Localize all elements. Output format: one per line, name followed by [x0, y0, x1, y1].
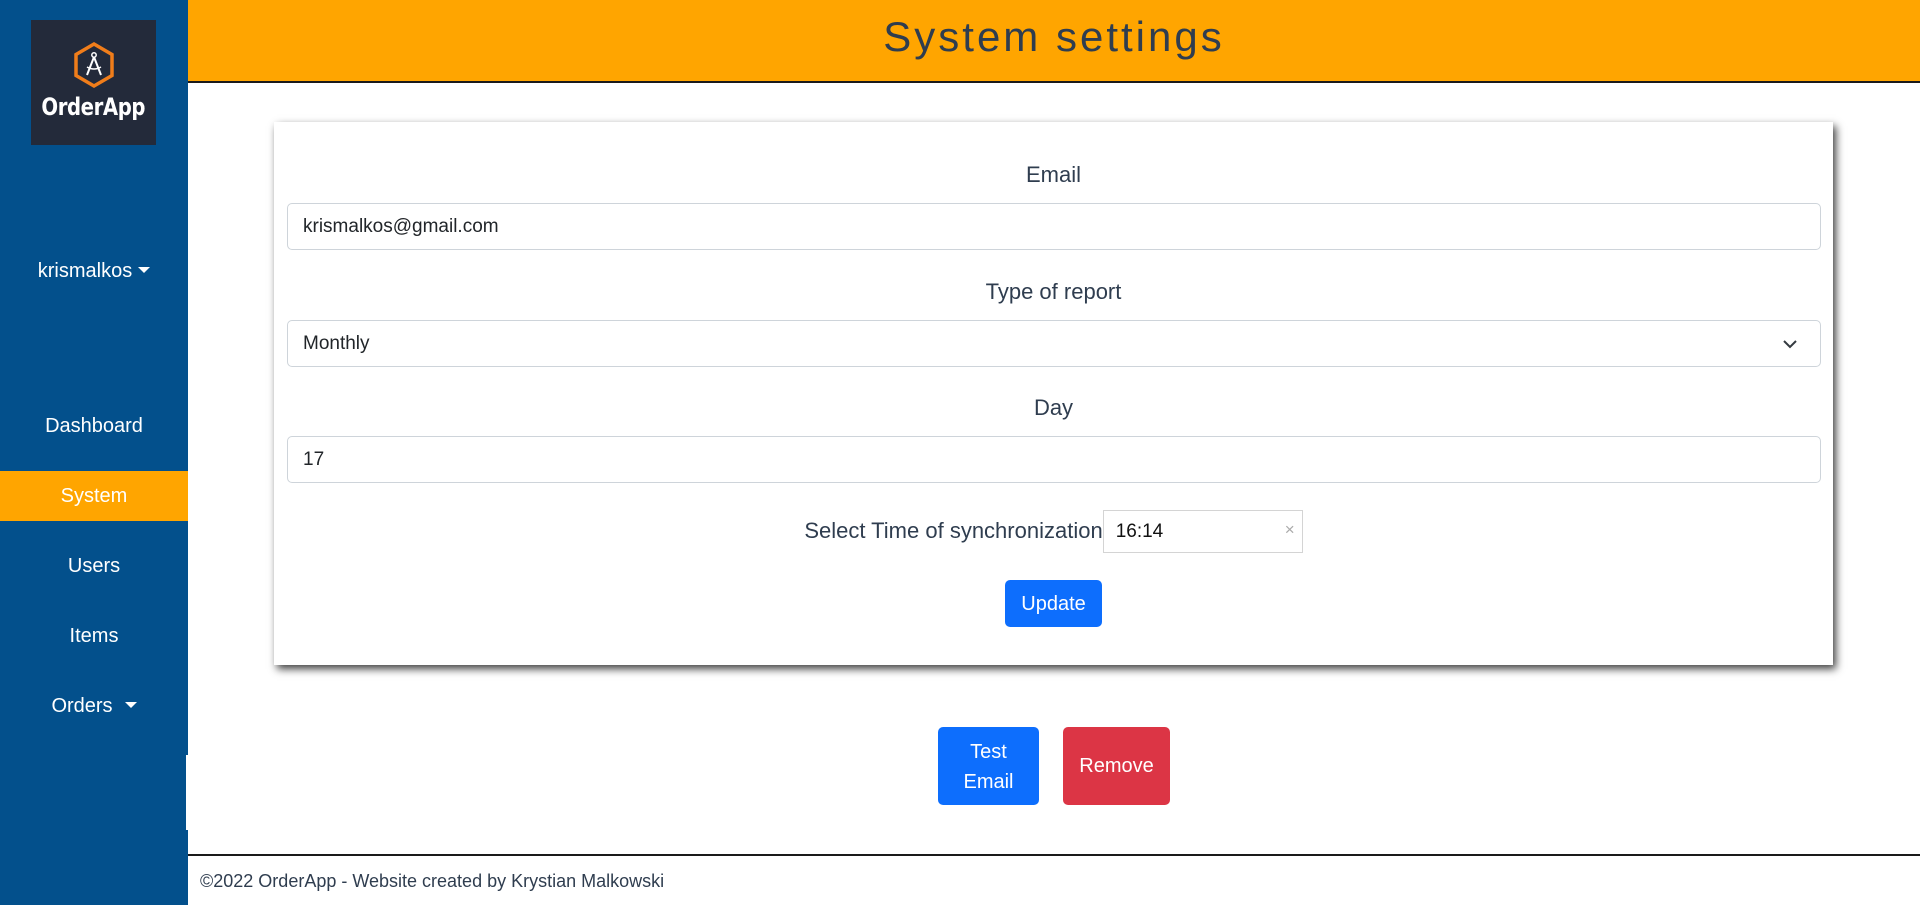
sidebar-item-label: Users [67, 555, 121, 577]
day-label: Day [1033, 395, 1074, 420]
clear-icon[interactable]: × [1285, 520, 1295, 540]
test-email-label-line2: Email [963, 771, 1014, 793]
caret-down-icon [138, 267, 151, 274]
day-field[interactable] [287, 436, 1821, 483]
page-title: System settings [883, 12, 1225, 60]
sync-time-picker[interactable]: 16:14 × [1102, 510, 1303, 553]
report-type-label: Type of report [985, 279, 1122, 304]
test-email-label-line1: Test [970, 741, 1007, 763]
remove-button[interactable]: Remove [1063, 727, 1170, 805]
sidebar-item-items[interactable]: Items [0, 611, 188, 661]
email-field[interactable] [287, 203, 1821, 250]
footer-text: ©2022 OrderApp - Website created by Krys… [200, 871, 665, 891]
test-email-button[interactable]: Test Email [938, 727, 1039, 805]
sync-time-label: Select Time of synchronization [804, 517, 1103, 543]
app-logo[interactable]: OrderApp [31, 20, 156, 145]
email-label: Email [1025, 162, 1081, 187]
app-name: OrderApp [41, 92, 146, 121]
sidebar-item-orders[interactable]: Orders [0, 681, 188, 731]
compass-hexagon-icon [73, 41, 114, 88]
sidebar-edge [186, 755, 188, 830]
caret-down-icon [124, 702, 137, 709]
sync-time-value: 16:14 [1115, 520, 1164, 542]
update-button[interactable]: Update [1005, 580, 1102, 627]
sidebar: OrderApp krismalkos Dashboard System Use… [0, 0, 188, 905]
sidebar-item-label: System [60, 485, 128, 507]
sync-time-row: Select Time of synchronization 16:14 × [274, 508, 1833, 553]
settings-card: Email Type of report Monthly Day Select … [274, 122, 1833, 665]
sidebar-item-users[interactable]: Users [0, 541, 188, 591]
sidebar-item-label: Items [69, 625, 119, 647]
sidebar-item-label: Dashboard [45, 415, 143, 437]
email-input[interactable] [303, 215, 1805, 238]
day-input[interactable] [303, 448, 1805, 471]
user-menu-dropdown[interactable]: krismalkos [0, 260, 188, 283]
username: krismalkos [37, 260, 133, 282]
footer-divider [188, 854, 1920, 856]
sidebar-item-dashboard[interactable]: Dashboard [0, 401, 188, 451]
page-header: System settings [188, 0, 1920, 83]
sidebar-item-system[interactable]: System [0, 471, 188, 521]
sidebar-item-label: Orders [51, 695, 113, 717]
report-type-value: Monthly [303, 332, 370, 354]
sidebar-nav: Dashboard System Users Items Orders [0, 401, 188, 751]
chevron-down-icon [1783, 340, 1797, 349]
report-type-select[interactable]: Monthly [287, 320, 1821, 367]
